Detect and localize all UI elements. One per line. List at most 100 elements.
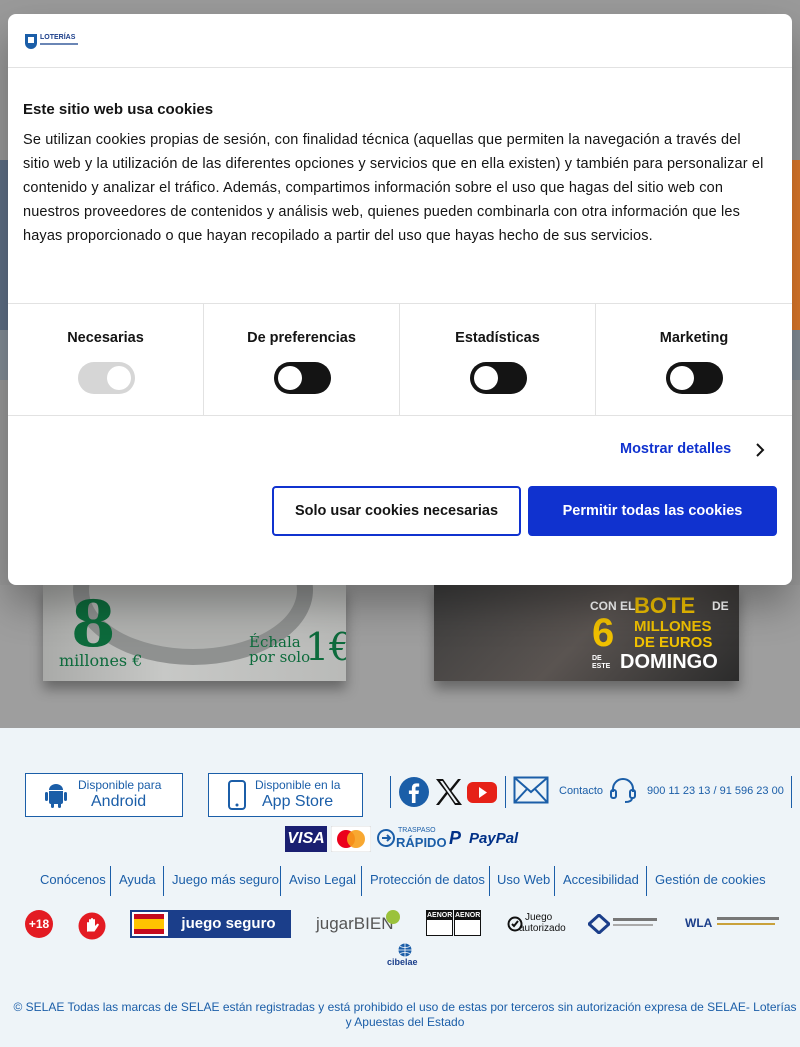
- promo-millones: MILLONES DE EUROS: [634, 618, 713, 651]
- link-proteccion-datos[interactable]: Protección de datos: [370, 872, 485, 887]
- estadisticas-toggle[interactable]: [470, 362, 527, 394]
- facebook-icon[interactable]: [398, 776, 430, 808]
- appstore-label: App Store: [262, 793, 334, 810]
- category-estadisticas: Estadísticas: [400, 304, 596, 416]
- loterias-logo: LOTERÍAS: [24, 33, 80, 51]
- wla-logo[interactable]: WLA: [685, 910, 781, 942]
- visa-logo: VISA: [285, 826, 327, 852]
- allow-all-button[interactable]: Permitir todas las cookies: [528, 486, 777, 536]
- copyright: © SELAE Todas las marcas de SELAE están …: [13, 1000, 797, 1029]
- paypal-label: PayPal: [469, 830, 519, 847]
- category-necesarias: Necesarias: [8, 304, 204, 416]
- european-lotteries-logo[interactable]: [588, 910, 658, 942]
- category-marketing: Marketing: [596, 304, 792, 416]
- logo-text-line: [717, 917, 779, 920]
- juego-seguro-logo[interactable]: juego seguro: [130, 910, 291, 938]
- link-juego-mas-seguro[interactable]: Juego más seguro: [172, 872, 279, 887]
- promo-echala: Échala por solo: [249, 633, 311, 666]
- mail-icon[interactable]: [513, 776, 549, 804]
- mastercard-logo: [331, 826, 371, 852]
- promo-bote: BOTE: [634, 593, 696, 618]
- divider: [489, 866, 490, 896]
- marketing-toggle[interactable]: [666, 362, 723, 394]
- divider: [163, 866, 164, 896]
- globe-icon: [398, 943, 412, 957]
- toggle-knob: [670, 366, 694, 390]
- appstore-caption: Disponible en la: [255, 778, 341, 792]
- jugarbien-logo[interactable]: jugarBIEN: [316, 910, 402, 942]
- jugarbien-label: jugarBIEN: [316, 914, 394, 933]
- category-label: Necesarias: [67, 330, 144, 346]
- link-accesibilidad[interactable]: Accesibilidad: [563, 872, 639, 887]
- promo-de-este: DE ESTE: [592, 655, 611, 670]
- headset-icon: [610, 778, 636, 803]
- paypal-logo: P PayPal: [449, 826, 521, 852]
- spain-flag-icon: [134, 914, 164, 934]
- cibelae-label: cibelae: [387, 957, 418, 967]
- loterias-emblem-icon: [25, 34, 37, 49]
- divider: [390, 776, 391, 808]
- logo-text-line: [613, 918, 657, 921]
- link-ayuda[interactable]: Ayuda: [119, 872, 156, 887]
- traspaso-rapido-logo: TRASPASO RÁPIDO: [376, 826, 447, 852]
- paypal-p-icon: P: [449, 828, 462, 848]
- toggle-knob: [474, 366, 498, 390]
- category-label: Marketing: [659, 330, 729, 346]
- divider: [280, 866, 281, 896]
- dialog-header: LOTERÍAS: [8, 14, 792, 68]
- chevron-right-icon[interactable]: [752, 442, 768, 458]
- x-twitter-icon[interactable]: [433, 776, 465, 808]
- android-download-button[interactable]: Disponible para Android: [25, 773, 183, 817]
- promo-gordo[interactable]: CON EL BOTE DE 6 MILLONES DE EUROS DE EST…: [434, 585, 739, 681]
- cibelae-logo[interactable]: cibelae: [385, 943, 425, 973]
- wla-label: WLA: [685, 916, 713, 930]
- promo-millions: millones €: [59, 651, 143, 670]
- youtube-icon[interactable]: [466, 776, 498, 808]
- promo-domingo: DOMINGO: [620, 651, 718, 673]
- transfer-icon: [377, 829, 395, 847]
- footer: Disponible para Android Disponible en la…: [0, 728, 800, 1047]
- category-preferencias: De preferencias: [204, 304, 400, 416]
- logo-label: LOTERÍAS: [40, 34, 76, 41]
- show-details-link[interactable]: Mostrar detalles: [620, 441, 731, 457]
- autorizado-label: autorizado: [519, 923, 566, 934]
- phone-numbers[interactable]: 900 11 23 13 / 91 596 23 00: [647, 785, 784, 797]
- preferencias-toggle[interactable]: [274, 362, 331, 394]
- divider: [646, 866, 647, 896]
- plus18-badge[interactable]: +18: [25, 910, 53, 938]
- android-caption: Disponible para: [78, 778, 162, 792]
- promo-six: 6: [592, 611, 615, 655]
- promo-primitiva[interactable]: 8 millones € Échala por solo 1€: [43, 585, 346, 681]
- aenor-badge-2: AENOR: [454, 910, 481, 936]
- appstore-download-button[interactable]: Disponible en la App Store: [208, 773, 363, 817]
- category-label: De preferencias: [247, 330, 356, 346]
- dialog-title: Este sitio web usa cookies: [23, 101, 214, 118]
- contact-link[interactable]: Contacto: [559, 785, 603, 797]
- stop-hand-icon[interactable]: [78, 910, 106, 942]
- divider: [110, 866, 111, 896]
- android-label: Android: [91, 793, 147, 810]
- promo-price: 1€: [305, 625, 346, 669]
- cookie-categories: Necesarias De preferencias Estadísticas …: [8, 303, 792, 416]
- android-icon: [45, 784, 67, 808]
- link-aviso-legal[interactable]: Aviso Legal: [289, 872, 356, 887]
- necessary-only-button[interactable]: Solo usar cookies necesarias: [272, 486, 521, 536]
- traspaso-label: TRASPASO: [398, 827, 436, 834]
- logo-text-line: [717, 923, 775, 925]
- aenor-badge-1: AENOR: [426, 910, 453, 936]
- juego-seguro-label: juego seguro: [168, 912, 289, 936]
- link-uso-web[interactable]: Uso Web: [497, 872, 550, 887]
- juego-autorizado-logo[interactable]: Juego autorizado: [507, 910, 566, 942]
- juego-label: Juego: [525, 912, 553, 923]
- category-label: Estadísticas: [455, 330, 540, 346]
- divider: [505, 776, 506, 808]
- link-conocenos[interactable]: Conócenos: [40, 872, 106, 887]
- footer-links: Conócenos Ayuda Juego más seguro Aviso L…: [0, 864, 800, 896]
- promo-de: DE: [712, 599, 729, 613]
- necesarias-toggle: [78, 362, 135, 394]
- logo-subline: [40, 43, 78, 45]
- link-gestion-cookies[interactable]: Gestión de cookies: [655, 872, 766, 887]
- cookie-consent-dialog: LOTERÍAS Este sitio web usa cookies Se u…: [8, 14, 792, 585]
- aenor-logos[interactable]: AENOR AENOR: [426, 910, 482, 936]
- rapido-label: RÁPIDO: [396, 835, 447, 850]
